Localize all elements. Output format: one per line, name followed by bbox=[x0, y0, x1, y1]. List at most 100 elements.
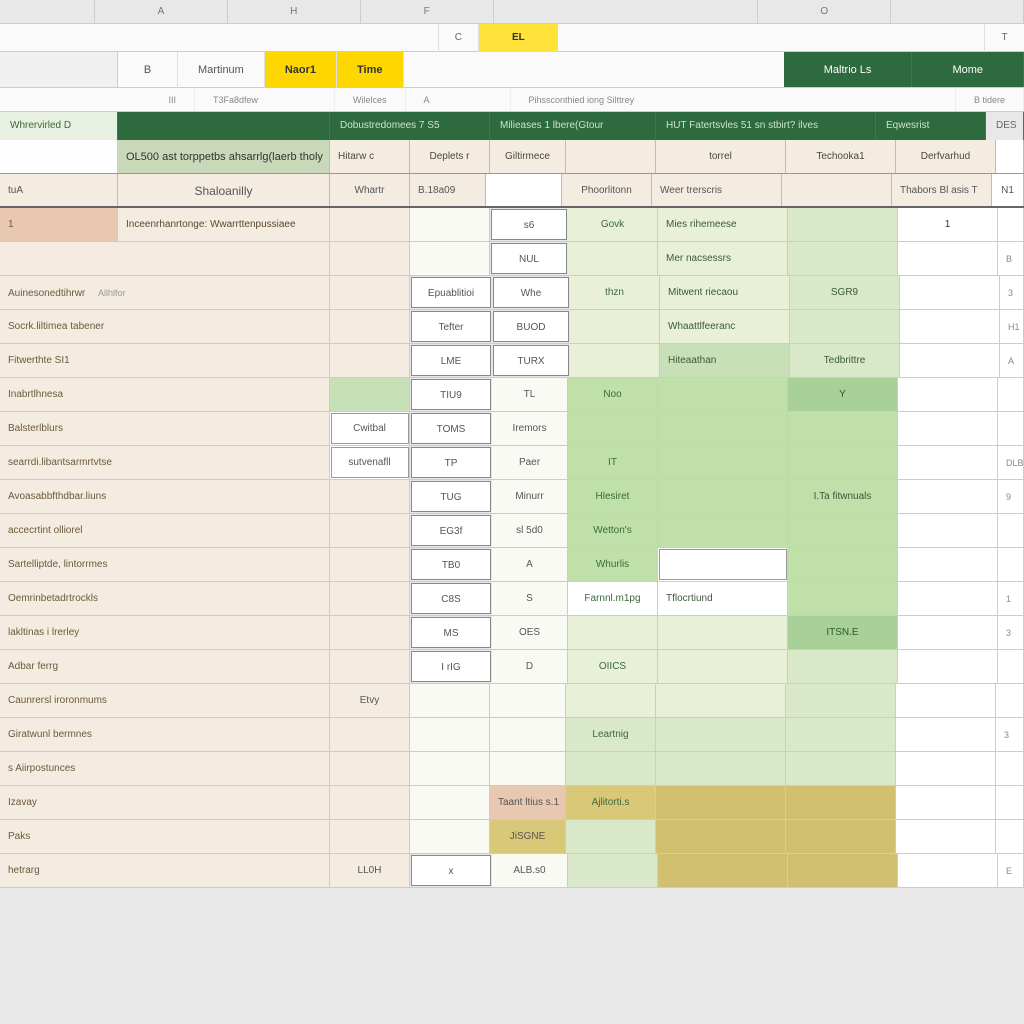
col-header[interactable]: H bbox=[228, 0, 361, 23]
cell[interactable] bbox=[786, 718, 896, 751]
col-header[interactable]: F bbox=[361, 0, 494, 23]
cell[interactable]: Iremors bbox=[492, 412, 568, 445]
cell[interactable]: x bbox=[411, 855, 491, 886]
subribbon-item[interactable]: T3Fa8dfew bbox=[195, 88, 335, 111]
cell[interactable] bbox=[788, 242, 898, 275]
cell[interactable] bbox=[568, 412, 658, 445]
cell[interactable] bbox=[490, 718, 566, 751]
cell[interactable]: Paks bbox=[0, 820, 330, 853]
cell[interactable]: Sartelliptde, lintorrmes bbox=[0, 548, 330, 581]
cell[interactable]: TP bbox=[411, 447, 491, 478]
cell[interactable] bbox=[570, 310, 660, 343]
subribbon-item[interactable]: B tidere bbox=[956, 88, 1024, 111]
cell[interactable]: Leartnig bbox=[566, 718, 656, 751]
cell[interactable]: Etvy bbox=[330, 684, 410, 717]
cell[interactable]: BUOD bbox=[493, 311, 569, 342]
cell[interactable] bbox=[330, 616, 410, 649]
coltitle-cell[interactable]: Techooka1 bbox=[786, 140, 896, 173]
cell[interactable]: Tefter bbox=[411, 311, 491, 342]
cell[interactable]: Inabrtlhnesa bbox=[0, 378, 330, 411]
cell[interactable] bbox=[330, 548, 410, 581]
col-header[interactable] bbox=[494, 0, 759, 23]
cell[interactable] bbox=[788, 514, 898, 547]
cell[interactable] bbox=[788, 548, 898, 581]
cell[interactable]: Inceenrhanrtonge: Wwarrttenpussiaee bbox=[118, 208, 330, 241]
coltitle-cell[interactable] bbox=[566, 140, 656, 173]
cell[interactable] bbox=[568, 616, 658, 649]
cell[interactable]: JiSGNE bbox=[490, 820, 566, 853]
cell[interactable]: TIU9 bbox=[411, 379, 491, 410]
cell[interactable] bbox=[898, 582, 998, 615]
cell[interactable]: Hlesiret bbox=[568, 480, 658, 513]
cell[interactable] bbox=[658, 412, 788, 445]
cell[interactable]: TL bbox=[492, 378, 568, 411]
cell[interactable] bbox=[656, 684, 786, 717]
cell[interactable]: 1 bbox=[0, 208, 118, 241]
cell[interactable]: Balsterlblurs bbox=[0, 412, 330, 445]
greenband-cell[interactable]: Dobustredomees 7 S5 bbox=[330, 112, 490, 140]
ribbon-b[interactable]: B bbox=[118, 52, 178, 88]
cell[interactable] bbox=[330, 310, 410, 343]
cell[interactable]: Auinesonedtihrwr Allhlfor bbox=[0, 276, 330, 309]
cell[interactable] bbox=[658, 548, 788, 581]
corner-cell[interactable] bbox=[0, 0, 95, 23]
cell[interactable]: Mer nacsessrs bbox=[658, 242, 788, 275]
coltitle-cell[interactable]: Hitarw c bbox=[330, 140, 410, 173]
cell[interactable] bbox=[658, 514, 788, 547]
cell[interactable]: Taant ltius s.1 bbox=[490, 786, 566, 819]
cell[interactable]: Tflocrtiund bbox=[658, 582, 788, 615]
cell[interactable]: thzn bbox=[570, 276, 660, 309]
cell[interactable] bbox=[898, 480, 998, 513]
cell[interactable] bbox=[330, 344, 410, 377]
cell[interactable]: OIICS bbox=[568, 650, 658, 683]
cell[interactable]: Minurr bbox=[492, 480, 568, 513]
cell[interactable]: Y bbox=[788, 378, 898, 411]
cell[interactable] bbox=[900, 310, 1000, 343]
cell[interactable] bbox=[898, 412, 998, 445]
cell[interactable]: 1 bbox=[898, 208, 998, 241]
greenband-cell[interactable]: HUT Fatertsvles 51 sn stbirt? ilves bbox=[656, 112, 876, 140]
cell[interactable] bbox=[570, 344, 660, 377]
col-header[interactable]: O bbox=[758, 0, 891, 23]
cell[interactable] bbox=[330, 820, 410, 853]
cell[interactable] bbox=[566, 684, 656, 717]
cell[interactable] bbox=[330, 378, 410, 411]
cell[interactable] bbox=[656, 786, 786, 819]
cell[interactable] bbox=[656, 820, 786, 853]
cell[interactable] bbox=[330, 276, 410, 309]
cell[interactable]: Giratwunl bermnes bbox=[0, 718, 330, 751]
cell[interactable] bbox=[788, 582, 898, 615]
cell[interactable] bbox=[490, 684, 566, 717]
cell[interactable] bbox=[658, 480, 788, 513]
cell[interactable]: LL0H bbox=[330, 854, 410, 887]
cell[interactable]: Mitwent riecaou bbox=[660, 276, 790, 309]
cell[interactable] bbox=[898, 854, 998, 887]
cell[interactable] bbox=[896, 684, 996, 717]
coltitle-cell[interactable] bbox=[0, 140, 118, 173]
greenband-cell[interactable]: Milieases 1 lbere(Gtour bbox=[490, 112, 656, 140]
cell[interactable] bbox=[656, 752, 786, 785]
coltitle-cell[interactable]: Deplets r bbox=[410, 140, 490, 173]
secondary-c[interactable]: C bbox=[438, 24, 478, 52]
cell[interactable] bbox=[410, 820, 490, 853]
cell[interactable] bbox=[788, 208, 898, 241]
subribbon-item[interactable]: Pihssconthied iong Silttrey bbox=[511, 88, 956, 111]
cell[interactable] bbox=[788, 854, 898, 887]
cell[interactable]: Fitwerthte SI1 bbox=[0, 344, 330, 377]
cell[interactable]: s Aiirpostunces bbox=[0, 752, 330, 785]
cell[interactable] bbox=[896, 718, 996, 751]
cell[interactable] bbox=[568, 242, 658, 275]
cell[interactable]: I.Ta fitwnuals bbox=[788, 480, 898, 513]
cell[interactable]: Adbar ferrg bbox=[0, 650, 330, 683]
cell[interactable]: Mies rihemeese bbox=[658, 208, 788, 241]
tab-el[interactable]: EL bbox=[478, 24, 558, 52]
cell[interactable]: Tedbrittre bbox=[790, 344, 900, 377]
cell[interactable]: hetrarg bbox=[0, 854, 330, 887]
cell[interactable]: Epuablitioi bbox=[411, 277, 491, 308]
coltitle-cell[interactable]: torrel bbox=[656, 140, 786, 173]
cell[interactable]: IT bbox=[568, 446, 658, 479]
cell[interactable] bbox=[658, 446, 788, 479]
cell[interactable] bbox=[330, 480, 410, 513]
cell[interactable]: D bbox=[492, 650, 568, 683]
cell[interactable] bbox=[786, 820, 896, 853]
